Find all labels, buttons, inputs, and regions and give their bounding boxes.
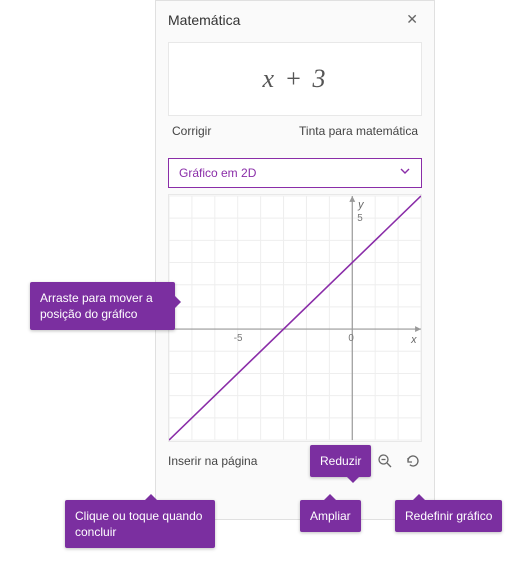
math-pane: Matemática ✕ x + 3 Corrigir Tinta para m… [155,0,435,520]
callout-zoomin: Ampliar [300,500,361,532]
svg-text:-5: -5 [234,333,243,344]
graph-type-label: Gráfico em 2D [179,166,256,180]
svg-text:y: y [357,199,364,211]
close-icon[interactable]: ✕ [402,9,422,30]
graph-toolbar: Inserir na página [168,446,422,476]
expression-box[interactable]: x + 3 [168,42,422,116]
svg-text:5: 5 [357,213,363,224]
reset-icon[interactable] [404,452,422,470]
callout-reset-text: Redefinir gráfico [405,509,492,523]
insert-button[interactable]: Inserir na página [168,454,257,468]
callout-zoomin-text: Ampliar [310,509,351,523]
expression-actions: Corrigir Tinta para matemática [156,120,434,148]
pane-header: Matemática ✕ [156,1,434,36]
expression-text: x + 3 [262,64,327,94]
callout-insert: Clique ou toque quando concluir [65,500,215,548]
graph-area[interactable]: -5 0 5 x y [168,194,422,442]
svg-text:0: 0 [348,333,354,344]
callout-drag-text: Arraste para mover a posição do gráfico [40,291,153,321]
ink-link[interactable]: Tinta para matemática [299,124,418,138]
fix-link[interactable]: Corrigir [172,124,211,138]
callout-reduce: Reduzir [310,445,371,477]
pane-title: Matemática [168,12,240,28]
callout-insert-text: Clique ou toque quando concluir [75,509,202,539]
zoom-out-icon[interactable] [376,452,394,470]
chevron-down-icon [399,164,411,182]
svg-text:x: x [410,334,417,346]
callout-reduce-text: Reduzir [320,454,361,468]
callout-reset: Redefinir gráfico [395,500,502,532]
graph-plot: -5 0 5 x y [169,195,421,441]
graph-type-select[interactable]: Gráfico em 2D [168,158,422,188]
callout-drag: Arraste para mover a posição do gráfico [30,282,175,330]
